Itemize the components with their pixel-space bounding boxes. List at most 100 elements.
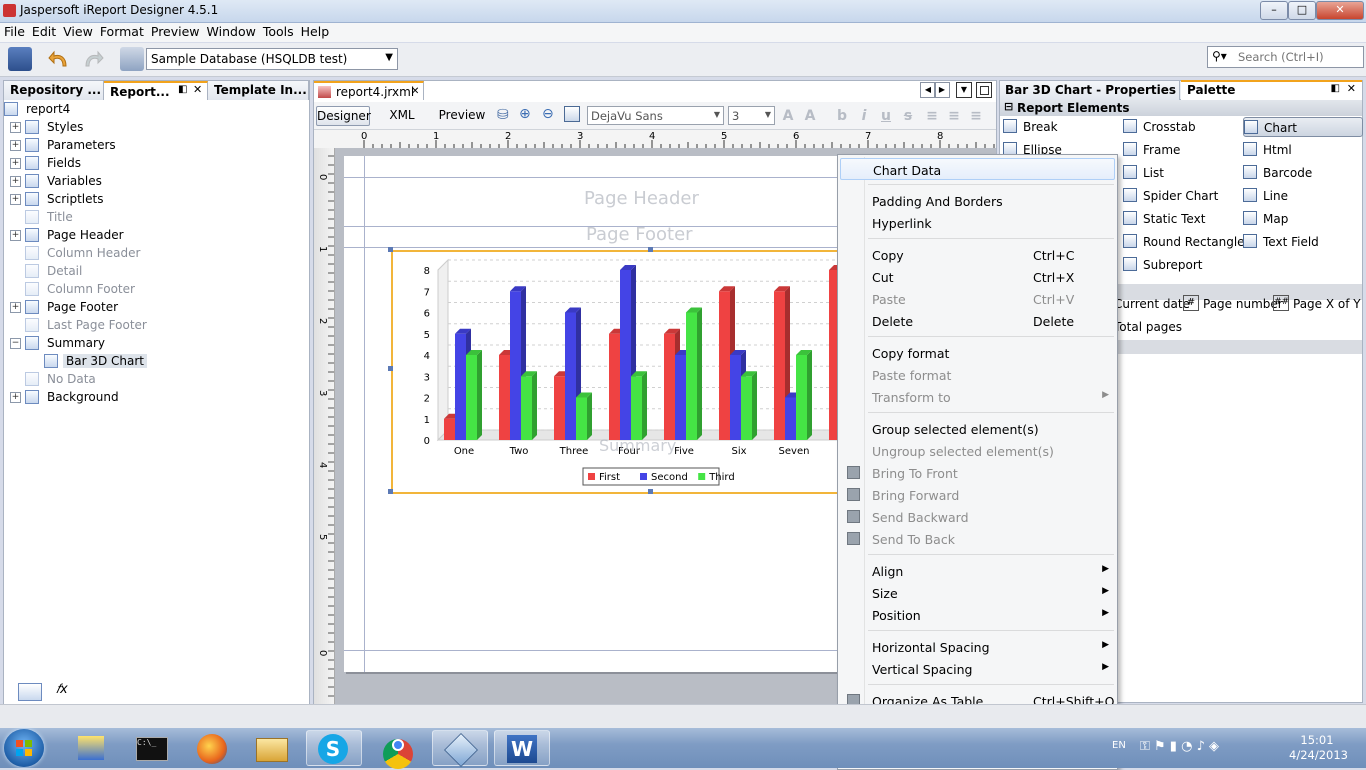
menu-item-cut[interactable]: Cut Ctrl+X — [840, 266, 1115, 288]
tab-preview[interactable]: Preview — [434, 106, 490, 126]
menu-item-bring-to-front[interactable]: Bring To Front — [840, 462, 1115, 484]
underline-icon[interactable]: u — [876, 106, 896, 126]
align-left-icon[interactable]: ≡ — [922, 106, 942, 126]
menu-item-paste[interactable]: Paste Ctrl+V — [840, 288, 1115, 310]
search-box[interactable]: ⚲▾ — [1207, 46, 1364, 68]
menu-item-transform-to[interactable]: Transform to ▶ — [840, 386, 1115, 408]
menu-item-send-backward[interactable]: Send Backward — [840, 506, 1115, 528]
align-right-icon[interactable]: ≡ — [966, 106, 986, 126]
expand-icon[interactable]: + — [10, 392, 21, 403]
menu-item-copy[interactable]: Copy Ctrl+C — [840, 244, 1115, 266]
menu-item-copy-format[interactable]: Copy format — [840, 342, 1115, 364]
bold-icon[interactable]: b — [832, 106, 852, 126]
italic-icon[interactable]: i — [854, 106, 874, 126]
save-icon[interactable] — [8, 47, 32, 71]
menu-item-hyperlink[interactable]: Hyperlink — [840, 212, 1115, 234]
close-button[interactable]: ✕ — [1316, 1, 1364, 20]
resize-handle[interactable] — [388, 489, 393, 494]
menu-tools[interactable]: Tools — [259, 23, 297, 39]
tray-icons[interactable]: ⚿ ⚑ ▮ ◔ ♪ ◈ — [1140, 739, 1219, 754]
document-tab[interactable]: report4.jrxml ✕ — [314, 81, 424, 100]
search-input[interactable] — [1236, 49, 1360, 65]
menu-item-padding-and-borders[interactable]: Padding And Borders — [840, 190, 1115, 212]
clock[interactable]: 15:01 4/24/2013 — [1289, 733, 1348, 763]
strikethrough-icon[interactable]: s — [898, 106, 918, 126]
menu-item-ungroup-selected-element-s[interactable]: Ungroup selected element(s) — [840, 440, 1115, 462]
tab-report-inspector[interactable]: Report... ◧ ✕ — [104, 81, 208, 100]
minimize-panel-icon[interactable]: ◧ — [178, 84, 187, 95]
minimize-panel-icon[interactable]: ◧ — [1331, 83, 1340, 94]
font-size-select[interactable]: 3 ▼ — [728, 106, 775, 125]
minimize-button[interactable]: – — [1260, 1, 1288, 20]
taskbar-network-app-icon[interactable] — [64, 730, 120, 766]
close-tab-icon[interactable]: ✕ — [193, 83, 202, 96]
menu-item-send-to-back[interactable]: Send To Back — [840, 528, 1115, 550]
taskbar-word-icon[interactable]: W — [494, 730, 550, 766]
taskbar-skype-icon[interactable]: S — [306, 730, 362, 766]
palette-item-chart[interactable]: Chart — [1243, 117, 1363, 137]
font-family-select[interactable]: DejaVu Sans ▼ — [587, 106, 724, 125]
align-center-icon[interactable]: ≡ — [944, 106, 964, 126]
expand-icon[interactable]: + — [10, 230, 21, 241]
expand-icon[interactable]: + — [10, 158, 21, 169]
undo-icon[interactable] — [48, 47, 72, 71]
resize-handle[interactable] — [648, 489, 653, 494]
language-indicator[interactable]: EN — [1112, 740, 1126, 751]
menu-format[interactable]: Format — [96, 23, 147, 39]
tab-properties[interactable]: Bar 3D Chart - Properties — [1000, 81, 1180, 100]
bar-3d-chart-element[interactable]: 012345678OneTwoThreeFourFiveSixSevenEFir… — [391, 250, 852, 494]
taskbar-cmd-icon[interactable]: C:\_ — [124, 730, 180, 766]
expand-icon[interactable]: + — [10, 194, 21, 205]
menu-item-position[interactable]: Position ▶ — [840, 604, 1115, 626]
menu-item-horizontal-spacing[interactable]: Horizontal Spacing ▶ — [840, 636, 1115, 658]
redo-icon[interactable] — [80, 47, 104, 71]
zoom-out-icon[interactable]: ⊖ — [542, 106, 554, 122]
expand-icon[interactable]: + — [10, 176, 21, 187]
menu-item-bring-forward[interactable]: Bring Forward — [840, 484, 1115, 506]
start-button[interactable] — [4, 729, 44, 767]
resize-handle[interactable] — [648, 247, 653, 252]
tab-xml[interactable]: XML — [376, 106, 428, 126]
tab-repository[interactable]: Repository ... — [4, 81, 104, 100]
taskbar-ireport-icon[interactable] — [432, 730, 488, 767]
expression-tool-icon[interactable]: 𝑓x — [56, 682, 68, 697]
menu-item-size[interactable]: Size ▶ — [840, 582, 1115, 604]
menu-window[interactable]: Window — [203, 23, 259, 39]
documents-dropdown-icon[interactable]: ▼ — [956, 82, 972, 98]
menu-item-chart-data[interactable]: Chart Data — [840, 158, 1115, 180]
zoom-in-icon[interactable]: ⊕ — [519, 106, 531, 122]
expand-icon[interactable]: + — [10, 302, 21, 313]
menu-item-group-selected-element-s[interactable]: Group selected element(s) — [840, 418, 1115, 440]
menu-item-paste-format[interactable]: Paste format — [840, 364, 1115, 386]
resize-handle[interactable] — [388, 247, 393, 252]
menu-item-vertical-spacing[interactable]: Vertical Spacing ▶ — [840, 658, 1115, 680]
resize-handle[interactable] — [388, 366, 393, 371]
database-icon[interactable]: ⛁ — [497, 107, 509, 123]
increase-font-icon[interactable]: A — [778, 106, 798, 126]
menu-view[interactable]: View — [59, 23, 96, 39]
taskbar-firefox-icon[interactable] — [184, 730, 240, 766]
menu-item-align[interactable]: Align ▶ — [840, 560, 1115, 582]
tab-designer[interactable]: Designer — [316, 106, 371, 126]
maximize-button[interactable]: □ — [1288, 1, 1316, 20]
menu-file[interactable]: File — [0, 23, 28, 39]
parameters-tool-icon[interactable] — [18, 683, 42, 701]
expand-icon[interactable]: + — [10, 122, 21, 133]
palette-section-header[interactable]: ⊟ Report Elements — [1000, 100, 1362, 116]
style-editor-icon[interactable] — [564, 106, 580, 122]
close-tab-icon[interactable]: ✕ — [1347, 82, 1356, 95]
taskbar-chrome-icon[interactable] — [370, 730, 426, 769]
tab-template-inspector[interactable]: Template In... — [208, 81, 309, 100]
taskbar-explorer-icon[interactable] — [244, 730, 300, 766]
datasource-select[interactable]: Sample Database (HSQLDB test) ▼ — [146, 48, 398, 70]
maximize-editor-icon[interactable] — [976, 82, 992, 98]
scroll-right-icon[interactable]: ▶ — [934, 82, 950, 98]
menu-item-delete[interactable]: Delete Delete — [840, 310, 1115, 332]
datasource-icon[interactable] — [120, 47, 144, 71]
tab-palette[interactable]: Palette ◧ ✕ — [1181, 80, 1362, 100]
decrease-font-icon[interactable]: A — [800, 106, 820, 126]
menu-preview[interactable]: Preview — [147, 23, 203, 39]
collapse-icon[interactable]: − — [10, 338, 21, 349]
close-tab-icon[interactable]: ✕ — [411, 86, 419, 97]
menu-help[interactable]: Help — [297, 23, 333, 39]
